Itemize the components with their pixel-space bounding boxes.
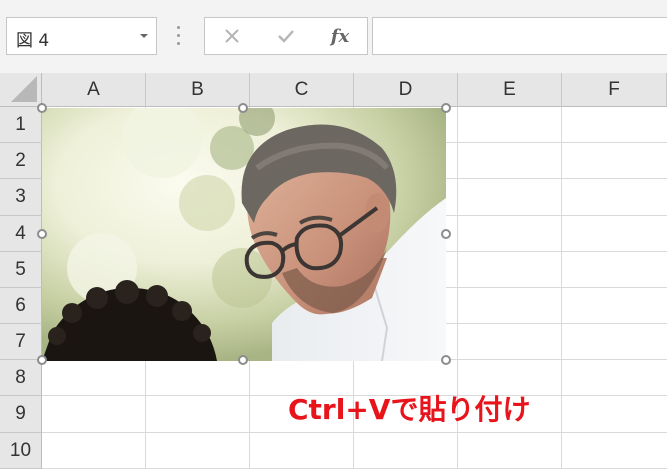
annotation-text: Ctrl+Vで貼り付け xyxy=(288,393,531,426)
row-header-6[interactable]: 6 xyxy=(0,288,42,324)
formula-bar-grip-icon xyxy=(176,26,180,48)
row-header-7[interactable]: 7 xyxy=(0,324,42,360)
insert-function-button[interactable]: fx xyxy=(313,18,367,54)
row-header-8[interactable]: 8 xyxy=(0,360,42,396)
column-header-a[interactable]: A xyxy=(42,73,146,107)
check-icon xyxy=(278,30,294,43)
column-header-e[interactable]: E xyxy=(458,73,562,107)
row-header-2[interactable]: 2 xyxy=(0,143,42,179)
resize-handle-bottom-left[interactable] xyxy=(37,355,47,365)
resize-handle-bottom-right[interactable] xyxy=(441,355,451,365)
function-icon: fx xyxy=(330,25,350,47)
column-header-b[interactable]: B xyxy=(146,73,250,107)
resize-handle-top-middle[interactable] xyxy=(238,103,248,113)
row-header-4[interactable]: 4 xyxy=(0,216,42,252)
resize-handle-middle-right[interactable] xyxy=(441,229,451,239)
row-header-10[interactable]: 10 xyxy=(0,433,42,469)
column-header-d[interactable]: D xyxy=(354,73,458,107)
enter-button[interactable] xyxy=(259,18,313,54)
cross-icon xyxy=(225,29,239,43)
column-header-f[interactable]: F xyxy=(562,73,667,107)
gridline xyxy=(42,432,667,433)
name-box-dropdown-icon[interactable] xyxy=(140,34,148,38)
row-header-9[interactable]: 9 xyxy=(0,396,42,433)
row-header-5[interactable]: 5 xyxy=(0,252,42,288)
resize-handle-middle-left[interactable] xyxy=(37,229,47,239)
resize-handle-top-left[interactable] xyxy=(37,103,47,113)
photo-of-man-with-glasses xyxy=(42,108,446,361)
name-box-value: 図 4 xyxy=(16,31,50,51)
formula-input[interactable] xyxy=(372,17,667,55)
select-all-button[interactable] xyxy=(0,73,42,107)
column-header-c[interactable]: C xyxy=(250,73,354,107)
gridline xyxy=(561,107,562,469)
formula-bar-buttons: fx xyxy=(204,17,368,55)
row-header-1[interactable]: 1 xyxy=(0,107,42,143)
resize-handle-top-right[interactable] xyxy=(441,103,451,113)
pasted-picture[interactable] xyxy=(42,108,446,361)
row-header-3[interactable]: 3 xyxy=(0,179,42,216)
formula-bar: 図 4 fx xyxy=(0,0,667,74)
select-all-icon xyxy=(11,76,37,102)
cancel-button[interactable] xyxy=(205,18,259,54)
resize-handle-bottom-middle[interactable] xyxy=(238,355,248,365)
name-box[interactable]: 図 4 xyxy=(6,17,157,55)
